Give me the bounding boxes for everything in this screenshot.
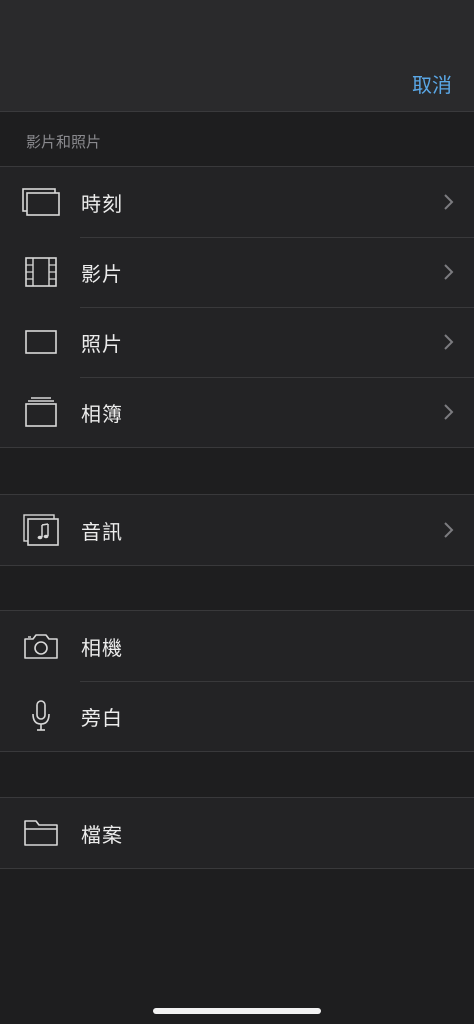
list-item-voiceover[interactable]: 旁白 <box>0 681 474 751</box>
list-item-label: 相機 <box>81 635 123 660</box>
chevron-right-icon <box>442 192 456 212</box>
albums-icon <box>20 392 62 432</box>
home-indicator[interactable] <box>153 1008 321 1014</box>
list-item-label: 時刻 <box>81 191 123 216</box>
list-item-albums[interactable]: 相簿 <box>0 377 474 447</box>
chevron-right-icon <box>442 402 456 422</box>
capture-group: 相機 旁白 <box>0 610 474 752</box>
music-note-icon <box>20 510 62 550</box>
photo-icon <box>20 322 62 362</box>
list-item-photos[interactable]: 照片 <box>0 307 474 377</box>
folder-icon <box>20 813 62 853</box>
section-header-videos-photos: 影片和照片 <box>26 133 102 151</box>
list-item-videos[interactable]: 影片 <box>0 237 474 307</box>
list-item-label: 旁白 <box>81 705 123 730</box>
list-item-label: 影片 <box>81 261 123 286</box>
import-media-screen: 取消 影片和照片 時刻 影片 照片 相簿 音訊 相機 旁白 檔案 <box>0 0 474 1024</box>
list-item-moments[interactable]: 時刻 <box>0 167 474 237</box>
cancel-button[interactable]: 取消 <box>412 69 452 98</box>
list-item-camera[interactable]: 相機 <box>0 611 474 681</box>
navigation-bar: 取消 <box>0 0 474 112</box>
microphone-icon <box>20 696 62 736</box>
camera-icon <box>20 626 62 666</box>
list-item-label: 相簿 <box>81 401 123 426</box>
list-item-label: 照片 <box>81 331 123 356</box>
list-item-label: 檔案 <box>81 822 123 847</box>
audio-group: 音訊 <box>0 494 474 566</box>
chevron-right-icon <box>442 332 456 352</box>
files-group: 檔案 <box>0 797 474 869</box>
media-group: 時刻 影片 照片 相簿 <box>0 166 474 448</box>
chevron-right-icon <box>442 262 456 282</box>
list-item-audio[interactable]: 音訊 <box>0 495 474 565</box>
list-item-files[interactable]: 檔案 <box>0 798 474 868</box>
film-icon <box>20 252 62 292</box>
list-item-label: 音訊 <box>81 519 123 544</box>
chevron-right-icon <box>442 520 456 540</box>
moments-icon <box>20 182 62 222</box>
